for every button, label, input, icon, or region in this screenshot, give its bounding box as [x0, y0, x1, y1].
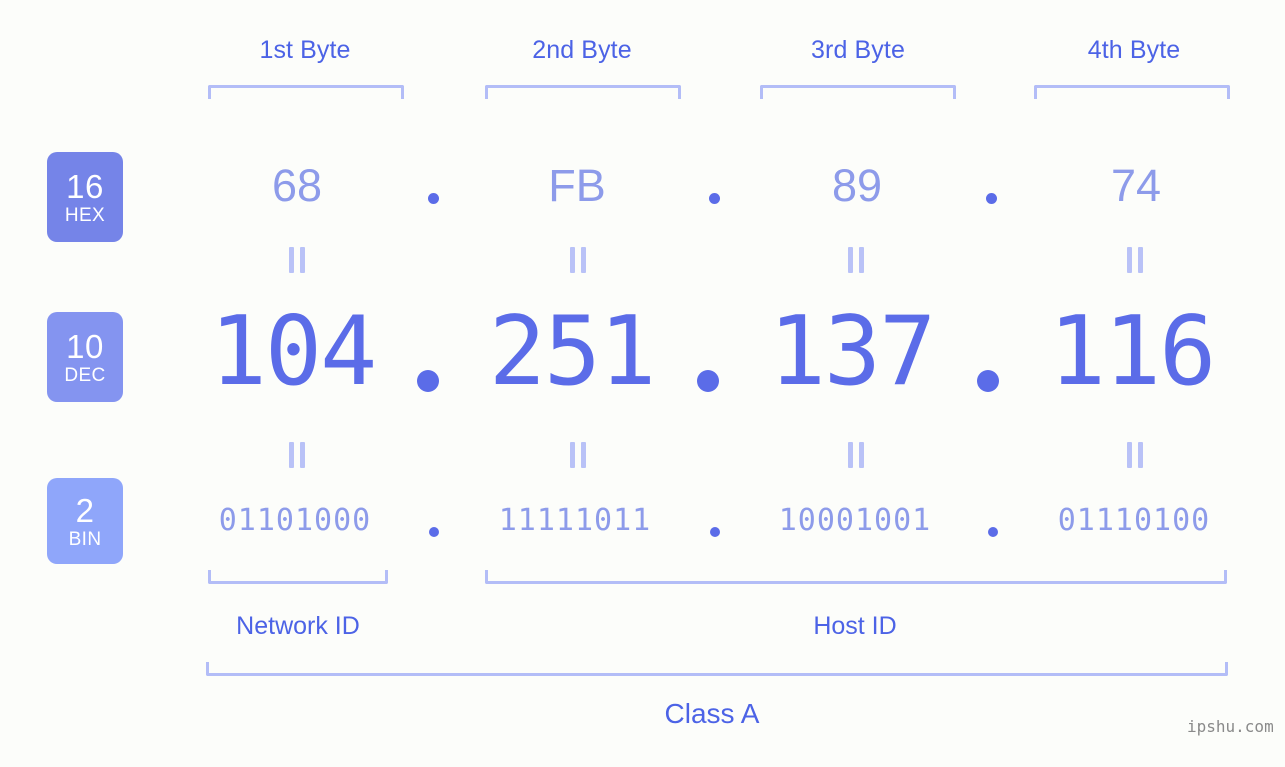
base-badge-dec-name: DEC: [64, 364, 106, 386]
ip-breakdown-diagram: 1st Byte 2nd Byte 3rd Byte 4th Byte 16 H…: [0, 0, 1285, 767]
dec-separator-dot-3: [977, 370, 999, 392]
bin-byte-value-2: 11111011: [498, 503, 652, 538]
equality-mark-hex-dec-3: [846, 247, 866, 273]
base-badge-dec[interactable]: 10 DEC: [47, 312, 123, 402]
dec-separator-dot-1: [417, 370, 439, 392]
base-badge-bin-name: BIN: [68, 528, 102, 550]
base-badge-bin-number: 2: [75, 491, 95, 529]
hex-byte-value-4: 74: [1110, 160, 1162, 211]
byte-bracket-top-3: [760, 85, 956, 99]
equality-mark-hex-dec-4: [1125, 247, 1145, 273]
equality-mark-dec-bin-1: [287, 442, 307, 468]
bin-separator-dot-3: [988, 527, 998, 537]
byte-header-label-4: 4th Byte: [1087, 36, 1181, 64]
byte-header-label-2: 2nd Byte: [532, 36, 632, 64]
dec-byte-value-4: 116: [1048, 297, 1217, 407]
base-badge-dec-number: 10: [66, 327, 104, 365]
host-id-label: Host ID: [813, 612, 897, 640]
byte-bracket-top-1: [208, 85, 404, 99]
byte-header-label-1: 1st Byte: [259, 36, 351, 64]
class-bracket: [206, 662, 1228, 676]
byte-header-label-3: 3rd Byte: [811, 36, 905, 64]
equality-mark-hex-dec-2: [568, 247, 588, 273]
bin-separator-dot-2: [710, 527, 720, 537]
hex-separator-dot-3: [986, 193, 997, 204]
class-label: Class A: [664, 698, 760, 729]
base-badge-bin[interactable]: 2 BIN: [47, 478, 123, 564]
base-badge-hex-name: HEX: [64, 204, 106, 226]
equality-mark-hex-dec-1: [287, 247, 307, 273]
base-badge-hex-number: 16: [66, 167, 104, 205]
dec-separator-dot-2: [697, 370, 719, 392]
hex-separator-dot-1: [428, 193, 439, 204]
equality-mark-dec-bin-4: [1125, 442, 1145, 468]
bin-byte-value-4: 01110100: [1057, 503, 1211, 538]
bin-byte-value-3: 10001001: [778, 503, 932, 538]
byte-bracket-top-2: [485, 85, 681, 99]
dec-byte-value-1: 104: [209, 297, 378, 407]
dec-byte-value-3: 137: [768, 297, 937, 407]
hex-separator-dot-2: [709, 193, 720, 204]
hex-byte-value-3: 89: [831, 160, 883, 211]
base-badge-hex[interactable]: 16 HEX: [47, 152, 123, 242]
hex-byte-value-1: 68: [271, 160, 323, 211]
equality-mark-dec-bin-2: [568, 442, 588, 468]
bin-byte-value-1: 01101000: [218, 503, 372, 538]
network-id-label: Network ID: [236, 612, 360, 640]
host-id-bracket: [485, 570, 1227, 584]
network-id-bracket: [208, 570, 388, 584]
byte-bracket-top-4: [1034, 85, 1230, 99]
bin-separator-dot-1: [429, 527, 439, 537]
dec-byte-value-2: 251: [488, 297, 657, 407]
equality-mark-dec-bin-3: [846, 442, 866, 468]
hex-byte-value-2: FB: [548, 160, 606, 211]
site-watermark: ipshu.com: [1187, 717, 1274, 736]
